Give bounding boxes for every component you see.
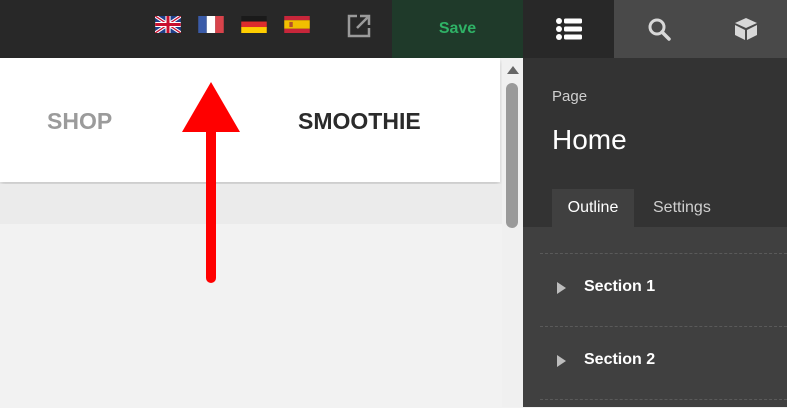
section-label: Section 1 [584, 278, 656, 295]
scroll-up-arrow-icon[interactable] [507, 66, 519, 74]
preview-scrollbar[interactable] [502, 58, 523, 407]
tab-components[interactable] [704, 0, 787, 58]
external-link-icon[interactable] [346, 13, 372, 39]
tab-settings[interactable]: Settings [653, 189, 733, 227]
nav-item-smoothie[interactable]: SMOOTHIE [298, 108, 421, 135]
page-title: Home [552, 124, 627, 155]
tab-outline-sub[interactable]: Outline [552, 189, 634, 227]
list-item[interactable]: Section 2 [540, 326, 787, 399]
list-item[interactable]: Section 1 [540, 253, 787, 326]
french-flag-icon[interactable] [198, 16, 224, 33]
scrollbar-thumb[interactable] [506, 83, 518, 228]
outline-list-icon [555, 18, 582, 40]
cube-icon [734, 18, 757, 40]
nav-item-shop[interactable]: SHOP [47, 108, 112, 135]
red-arrow-annotation-icon [182, 82, 240, 283]
expand-triangle-icon[interactable] [557, 282, 566, 294]
tab-search[interactable] [614, 0, 704, 58]
outline-list: Section 1 Section 2 [523, 227, 787, 407]
save-button[interactable]: Save [392, 0, 523, 58]
spanish-flag-icon[interactable] [284, 16, 310, 33]
expand-triangle-icon[interactable] [557, 355, 566, 367]
editor-panel: Page Home Outline Settings Section 1 Sec… [523, 0, 787, 407]
german-flag-icon[interactable] [241, 16, 267, 33]
top-toolbar: Save [0, 0, 523, 58]
search-icon [648, 18, 671, 41]
panel-tabs [523, 0, 787, 58]
english-uk-flag-icon[interactable] [155, 16, 181, 33]
tab-outline[interactable] [523, 0, 614, 58]
section-label: Section 2 [584, 351, 656, 368]
panel-label: Page [552, 88, 588, 105]
